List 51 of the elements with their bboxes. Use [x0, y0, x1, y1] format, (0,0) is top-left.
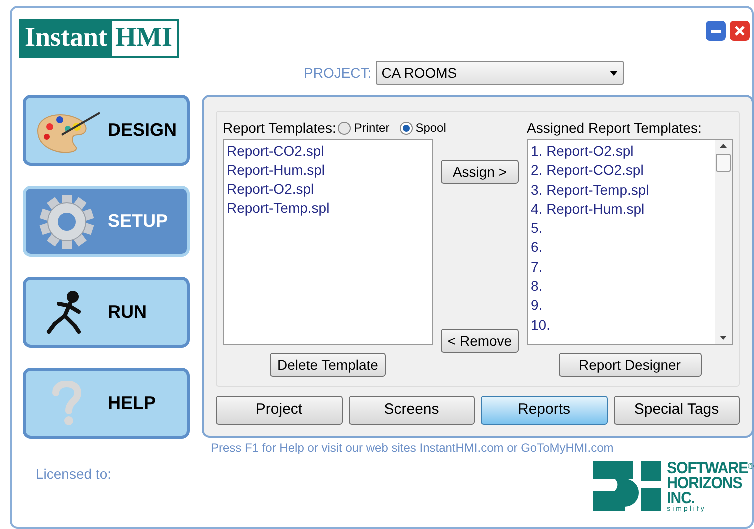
- project-dropdown[interactable]: CA ROOMS: [376, 61, 624, 85]
- template-item[interactable]: Report-CO2.spl: [227, 142, 324, 161]
- scroll-thumb[interactable]: [716, 154, 731, 172]
- report-designer-button[interactable]: Report Designer: [558, 353, 702, 377]
- assigned-item[interactable]: 7.: [531, 258, 543, 278]
- project-label: PROJECT:: [304, 64, 372, 82]
- close-button[interactable]: [730, 21, 750, 41]
- company-logo-mark-icon: [593, 461, 662, 511]
- question-mark-icon: [52, 380, 82, 426]
- close-icon: [734, 25, 746, 37]
- delete-template-button[interactable]: Delete Template: [270, 353, 386, 377]
- assigned-item[interactable]: 4. Report-Hum.spl: [531, 200, 645, 220]
- app-logo: Instant HMI: [19, 19, 179, 58]
- template-item[interactable]: Report-Hum.spl: [227, 161, 326, 180]
- scroll-down-icon[interactable]: [720, 336, 727, 340]
- section-tab[interactable]: Project: [216, 396, 342, 425]
- output-radio[interactable]: Spool: [400, 119, 446, 137]
- scrollbar[interactable]: [715, 140, 732, 344]
- scroll-up-icon[interactable]: [720, 144, 727, 148]
- assigned-label: Assigned Report Templates:: [527, 118, 702, 138]
- company-name-text: SOFTWARE: [667, 460, 748, 477]
- company-name-text: INC.: [667, 490, 696, 507]
- assigned-item[interactable]: 1. Report-O2.spl: [531, 142, 634, 162]
- remove-button[interactable]: < Remove: [441, 329, 519, 353]
- templates-label: Report Templates:: [223, 118, 336, 138]
- company-name-text: HORIZONS: [667, 475, 744, 492]
- assigned-item[interactable]: 8.: [531, 277, 543, 296]
- assigned-item[interactable]: 10.: [531, 316, 550, 335]
- licensed-label: Licensed to:: [36, 465, 112, 484]
- output-radio[interactable]: Printer: [338, 119, 390, 137]
- section-tab[interactable]: Reports: [481, 396, 608, 425]
- minimize-button[interactable]: [706, 21, 726, 41]
- assigned-item[interactable]: 9.: [531, 296, 543, 316]
- assign-button[interactable]: Assign >: [441, 160, 519, 184]
- registered-mark: ®: [748, 461, 754, 473]
- assigned-item[interactable]: 6.: [531, 238, 543, 258]
- template-item[interactable]: Report-O2.spl: [227, 180, 314, 199]
- assigned-item[interactable]: 5.: [531, 219, 543, 238]
- section-tab[interactable]: Screens: [348, 396, 475, 425]
- template-item[interactable]: Report-Temp.spl: [227, 199, 330, 218]
- assigned-list[interactable]: 1. Report-O2.spl 2. Report-CO2.spl 3. Report-Temp.spl 4. Report-Hum.spl 5. 6. 7. 8. 9. 10.: [527, 139, 733, 345]
- help-text: Press F1 for Help or visit our web sites InstantHMI.com or GoToMyHMI.com: [211, 440, 615, 457]
- nav-button[interactable]: HELP: [23, 368, 190, 439]
- assigned-item[interactable]: 3. Report-Temp.spl: [531, 180, 650, 200]
- assigned-item[interactable]: 2. Report-CO2.spl: [531, 161, 644, 181]
- section-tab[interactable]: Special Tags: [614, 396, 740, 425]
- nav-button[interactable]: DESIGN: [23, 95, 190, 166]
- templates-list[interactable]: Report-CO2.spl Report-Hum.spl Report-O2.spl Report-Temp.spl: [223, 139, 433, 345]
- gear-icon: [37, 194, 97, 250]
- nav-button[interactable]: RUN: [23, 277, 190, 348]
- caret-icon: [610, 70, 618, 76]
